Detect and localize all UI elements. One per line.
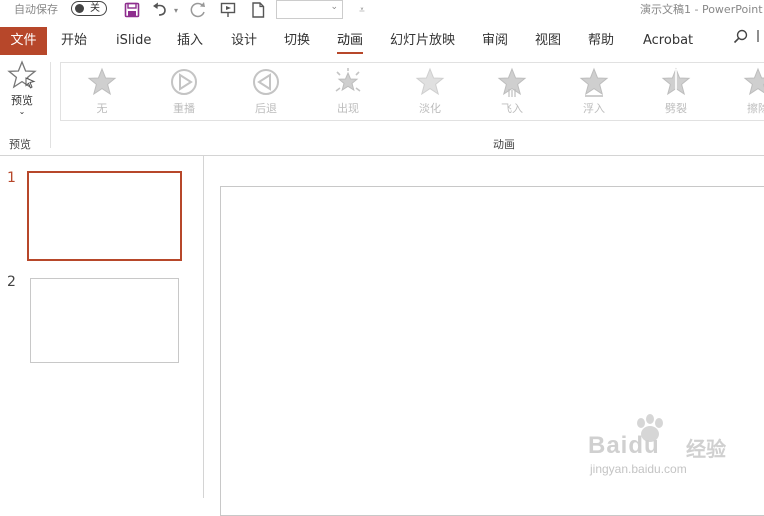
tab-review[interactable]: 审阅 <box>482 27 508 55</box>
animation-label: 淡化 <box>419 102 441 115</box>
title-bar: 自动保存 关 ▾ ⌄ ⩡ 演示文稿1 - PowerPoint <box>0 0 764 20</box>
animation-label: 出现 <box>337 102 359 115</box>
appear-star-icon <box>335 68 361 92</box>
animation-label: 重播 <box>173 102 195 115</box>
animation-group-label: 动画 <box>493 138 515 151</box>
new-document-icon[interactable] <box>249 1 267 19</box>
tab-acrobat[interactable]: Acrobat <box>643 27 693 55</box>
tab-transitions[interactable]: 切换 <box>284 27 310 55</box>
animation-fly-in[interactable]: 飞入 <box>482 67 542 119</box>
save-icon[interactable] <box>123 1 141 19</box>
slide-thumbnail-pane: 1 2 <box>0 156 203 498</box>
replay-icon <box>171 69 197 95</box>
watermark-url: jingyan.baidu.com <box>590 462 687 476</box>
tab-islide[interactable]: iSlide <box>116 27 151 55</box>
autosave-label: 自动保存 <box>14 3 58 16</box>
float-in-star-icon <box>579 67 609 97</box>
tab-slideshow[interactable]: 幻灯片放映 <box>390 27 455 55</box>
autosave-state: 关 <box>90 3 100 14</box>
chevron-down-icon: ⌄ <box>330 2 338 12</box>
undo-dropdown-icon[interactable]: ▾ <box>171 1 181 19</box>
ribbon-animations: 预览 ⌄ 预览 无 重播 后退 出现 淡化 飞入 浮入 劈裂 擦除 动画 <box>0 58 764 156</box>
star-icon <box>87 67 117 96</box>
tab-animations[interactable]: 动画 <box>337 27 364 55</box>
baidu-jingyan-watermark: Baidu 经验 jingyan.baidu.com <box>588 412 764 496</box>
tab-view[interactable]: 视图 <box>535 27 561 55</box>
animation-label: 无 <box>96 102 108 115</box>
tab-home[interactable]: 开始 <box>61 27 87 55</box>
animation-float-in[interactable]: 浮入 <box>564 67 624 119</box>
wipe-star-icon <box>743 67 764 96</box>
group-divider <box>50 62 51 148</box>
animation-appear[interactable]: 出现 <box>318 67 378 119</box>
watermark-brand: Baidu <box>588 432 660 459</box>
fly-in-star-icon <box>497 67 527 97</box>
animation-rewind[interactable]: 后退 <box>236 67 296 119</box>
animation-wipe[interactable]: 擦除 <box>728 67 764 119</box>
qat-font-dropdown[interactable]: ⌄ <box>276 0 343 19</box>
rewind-icon <box>253 69 279 95</box>
document-title: 演示文稿1 - PowerPoint <box>640 3 763 16</box>
tab-design[interactable]: 设计 <box>231 27 257 55</box>
present-from-start-icon[interactable] <box>218 1 238 19</box>
preview-group-label: 预览 <box>9 138 31 151</box>
tab-help[interactable]: 帮助 <box>588 27 614 55</box>
tab-insert[interactable]: 插入 <box>177 27 203 55</box>
slide-number: 2 <box>7 274 16 290</box>
autosave-toggle[interactable]: 关 <box>71 1 107 16</box>
tab-animations-label: 动画 <box>337 33 364 48</box>
slide-thumbnail[interactable] <box>30 278 179 363</box>
slide-number: 1 <box>7 170 16 186</box>
chevron-down-icon: ⌄ <box>18 107 26 116</box>
customize-qat-icon[interactable]: ⩡ <box>356 1 368 19</box>
search-icon[interactable] <box>733 28 749 56</box>
animation-none[interactable]: 无 <box>72 67 132 119</box>
ribbon-overflow-icon[interactable] <box>757 27 764 55</box>
animation-label: 后退 <box>255 102 277 115</box>
animation-label: 飞入 <box>501 102 523 115</box>
preview-label: 预览 <box>11 94 33 107</box>
watermark-product: 经验 <box>686 437 726 461</box>
split-star-icon <box>661 67 691 96</box>
animation-label: 擦除 <box>747 102 764 115</box>
ribbon-tabs: 文件 开始 iSlide 插入 设计 切换 动画 幻灯片放映 审阅 视图 帮助 … <box>0 27 764 55</box>
animation-gallery: 无 重播 后退 出现 淡化 飞入 浮入 劈裂 擦除 <box>60 62 764 121</box>
fade-star-icon <box>415 67 445 96</box>
preview-button[interactable]: 预览 ⌄ <box>4 60 40 124</box>
toggle-knob <box>75 4 84 13</box>
animation-replay[interactable]: 重播 <box>154 67 214 119</box>
active-tab-underline <box>337 52 364 54</box>
tab-file[interactable]: 文件 <box>0 27 47 55</box>
redo-icon[interactable] <box>188 1 208 19</box>
animation-fade[interactable]: 淡化 <box>400 67 460 119</box>
undo-icon[interactable] <box>150 1 170 19</box>
animation-split[interactable]: 劈裂 <box>646 67 706 119</box>
animation-label: 劈裂 <box>665 102 687 115</box>
slide-thumbnail-selected[interactable] <box>27 171 182 261</box>
animation-label: 浮入 <box>583 102 605 115</box>
preview-star-icon <box>7 60 37 89</box>
